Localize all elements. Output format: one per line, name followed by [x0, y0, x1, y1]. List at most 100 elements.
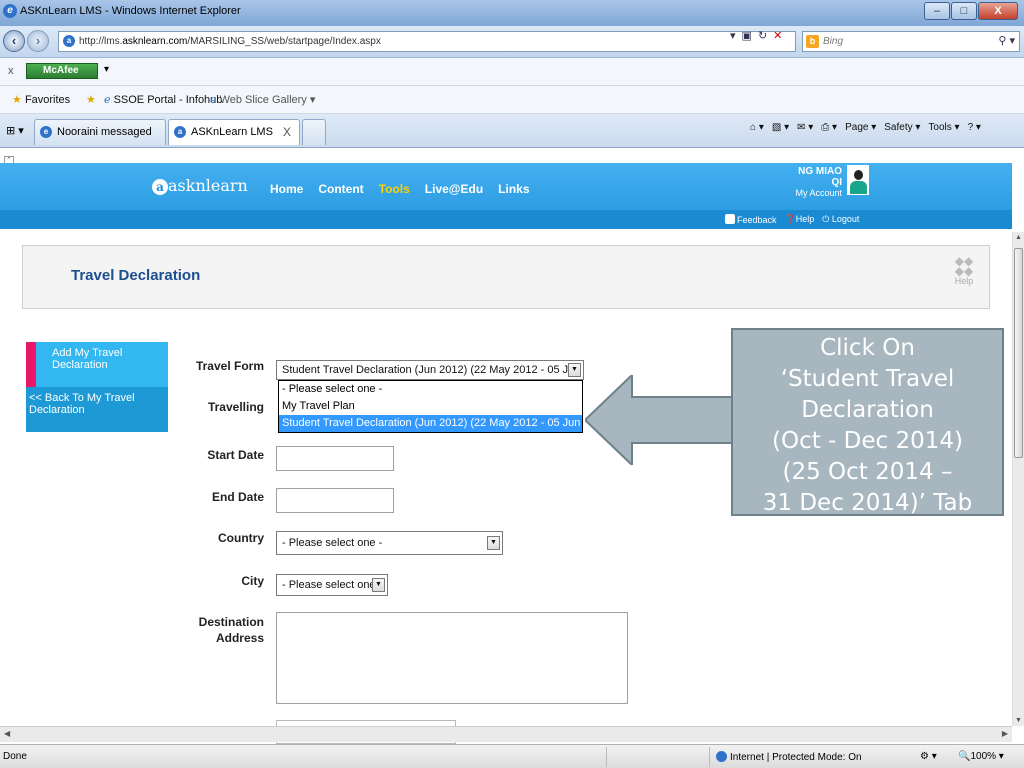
- dropdown-option[interactable]: My Travel Plan: [279, 398, 582, 415]
- magnifier-icon[interactable]: ⚲ ▾: [998, 32, 1015, 51]
- nav-tools[interactable]: Tools: [379, 182, 410, 196]
- vertical-scrollbar[interactable]: ▲ ▼: [1012, 232, 1024, 726]
- dropdown-option-selected[interactable]: Student Travel Declaration (Jun 2012) (2…: [279, 415, 582, 432]
- dropdown-option[interactable]: - Please select one -: [279, 381, 582, 398]
- side-nav: Add My Travel Declaration << Back To My …: [26, 342, 168, 432]
- scroll-left-icon[interactable]: ◀: [4, 729, 10, 738]
- utility-links: Feedback ❓Help ⏻ Logout: [725, 214, 859, 225]
- chevron-down-icon[interactable]: ▼: [568, 363, 581, 377]
- zone-label: Internet | Protected Mode: On: [730, 752, 862, 763]
- status-dividers: [606, 747, 710, 767]
- travel-form-select[interactable]: Student Travel Declaration (Jun 2012) (2…: [276, 360, 584, 380]
- compatibility-icon[interactable]: ▣: [742, 29, 752, 42]
- feeds-icon[interactable]: ▧ ▾: [772, 122, 789, 133]
- mcafee-label: McAfee: [43, 65, 79, 76]
- address-prefix: http://lms.: [79, 36, 123, 47]
- close-window-button[interactable]: X: [978, 2, 1018, 20]
- home-icon[interactable]: ⌂ ▾: [750, 122, 764, 133]
- logout-label: Logout: [831, 214, 860, 224]
- callout-line: (Oct - Dec 2014): [772, 428, 963, 454]
- tools-menu[interactable]: Tools ▾: [928, 122, 959, 133]
- feedback-link[interactable]: Feedback: [725, 214, 777, 225]
- zoom-control[interactable]: 🔍100% ▾: [958, 751, 1004, 762]
- nav-live-edu[interactable]: Live@Edu: [425, 182, 483, 196]
- tab-nooraini[interactable]: e Nooraini messaged you: [34, 119, 166, 162]
- nav-content[interactable]: Content: [318, 182, 363, 196]
- mcafee-dropdown[interactable]: ▾: [104, 64, 109, 75]
- address-toolbar: ‹ › a http://lms.asknlearn.com/MARSILING…: [0, 26, 1024, 58]
- help-arrows-icon: ◆◆ ◆◆: [954, 254, 974, 278]
- destination-address-textarea[interactable]: [276, 612, 628, 704]
- destination-label-line1: Destination: [198, 615, 264, 629]
- security-zone[interactable]: Internet | Protected Mode: On: [716, 751, 862, 763]
- asknlearn-logo[interactable]: a asknlearn: [152, 176, 248, 195]
- help-link[interactable]: ❓Help: [785, 214, 815, 225]
- maximize-button[interactable]: □: [951, 2, 977, 20]
- new-tab-button[interactable]: [302, 119, 326, 145]
- favorite-web-slice-gallery[interactable]: ℯ Web Slice Gallery ▾: [210, 93, 315, 106]
- country-select[interactable]: - Please select one - ▼: [276, 531, 503, 555]
- scroll-down-icon[interactable]: ▼: [1015, 717, 1022, 724]
- sidebar-item-add-travel-declaration[interactable]: Add My Travel Declaration: [26, 342, 168, 387]
- page-content: ˆ a asknlearn Home Content Tools Live@Edu…: [0, 150, 1024, 744]
- help-widget[interactable]: ◆◆ ◆◆ Help: [953, 254, 975, 286]
- destination-address-label: Destination Address: [174, 614, 264, 646]
- help-menu-icon[interactable]: ? ▾: [968, 122, 981, 133]
- sidebar-item-label: << Back To My Travel Declaration: [29, 392, 135, 416]
- user-info: NG MIAO QI My Account: [790, 166, 842, 198]
- sidebar-item-back-to-declaration[interactable]: << Back To My Travel Declaration: [26, 387, 168, 432]
- callout-line: ‘Student Travel: [780, 366, 955, 392]
- add-favorite-icon[interactable]: ★: [86, 93, 96, 106]
- chevron-down-icon[interactable]: ▼: [372, 578, 385, 592]
- stop-icon[interactable]: ✕: [773, 29, 782, 42]
- page-menu[interactable]: Page ▾: [845, 122, 876, 133]
- mail-icon[interactable]: ✉ ▾: [797, 122, 813, 133]
- window-titlebar: e ASKnLearn LMS - Windows Internet Explo…: [0, 0, 1024, 26]
- favorite-web-slice-label: Web Slice Gallery ▾: [219, 94, 316, 106]
- end-date-field[interactable]: [276, 488, 394, 513]
- zoom-level: 100%: [970, 751, 997, 762]
- address-dropdown-icon[interactable]: ▾: [730, 29, 736, 42]
- main-nav: Home Content Tools Live@Edu Links: [270, 182, 530, 196]
- favorites-star-icon: ★: [12, 94, 22, 106]
- chevron-down-icon[interactable]: ▼: [487, 536, 500, 550]
- search-input[interactable]: b Bing ⚲ ▾: [802, 31, 1020, 52]
- print-icon[interactable]: ⎙ ▾: [821, 122, 837, 133]
- protected-mode-icon[interactable]: ⚙ ▾: [920, 751, 937, 762]
- avatar[interactable]: [847, 165, 869, 195]
- start-date-label: Start Date: [207, 448, 264, 462]
- quick-tabs-icon[interactable]: ⊞ ▾: [6, 124, 24, 137]
- status-bar: Done Internet | Protected Mode: On ⚙ ▾ 🔍…: [0, 744, 1024, 768]
- scroll-up-icon[interactable]: ▲: [1015, 234, 1022, 241]
- minimize-button[interactable]: –: [924, 2, 950, 20]
- my-account-link[interactable]: My Account: [790, 188, 842, 198]
- scrollbar-thumb[interactable]: [1014, 248, 1023, 458]
- scroll-right-icon[interactable]: ▶: [1002, 729, 1008, 738]
- start-date-field[interactable]: [276, 446, 394, 471]
- travelling-label: Travelling: [207, 400, 264, 414]
- user-name: NG MIAO QI: [798, 166, 842, 188]
- address-domain: asknlearn.com: [122, 36, 188, 47]
- logout-link[interactable]: ⏻ Logout: [822, 214, 859, 225]
- horizontal-scrollbar[interactable]: ◀ ▶: [0, 726, 1012, 742]
- nav-links[interactable]: Links: [498, 182, 529, 196]
- refresh-icon[interactable]: ↻: [758, 29, 767, 42]
- city-value: - Please select one -: [282, 579, 383, 591]
- bing-logo-icon: b: [806, 35, 819, 48]
- safety-menu[interactable]: Safety ▾: [884, 122, 920, 133]
- close-tab-button[interactable]: X: [283, 120, 291, 144]
- forward-button[interactable]: ›: [27, 30, 49, 52]
- city-select[interactable]: - Please select one - ▼: [276, 574, 388, 596]
- logo-a-icon: a: [152, 179, 168, 195]
- nav-home[interactable]: Home: [270, 182, 303, 196]
- favorite-ssoe-portal[interactable]: ℯ SSOE Portal - Infohub: [104, 93, 222, 106]
- asknlearn-tab-icon: a: [174, 126, 186, 138]
- mcafee-close-button[interactable]: x: [8, 65, 14, 77]
- favorites-button[interactable]: ★ Favorites: [12, 93, 70, 106]
- travel-form-label: Travel Form: [195, 359, 264, 373]
- callout-line: 31 Dec 2014)’ Tab: [762, 490, 973, 516]
- back-button[interactable]: ‹: [3, 30, 25, 52]
- mcafee-button[interactable]: McAfee: [26, 63, 98, 79]
- tab-asknlearn[interactable]: a ASKnLearn LMS X: [168, 119, 300, 145]
- address-field[interactable]: a http://lms.asknlearn.com/MARSILING_SS/…: [58, 31, 796, 52]
